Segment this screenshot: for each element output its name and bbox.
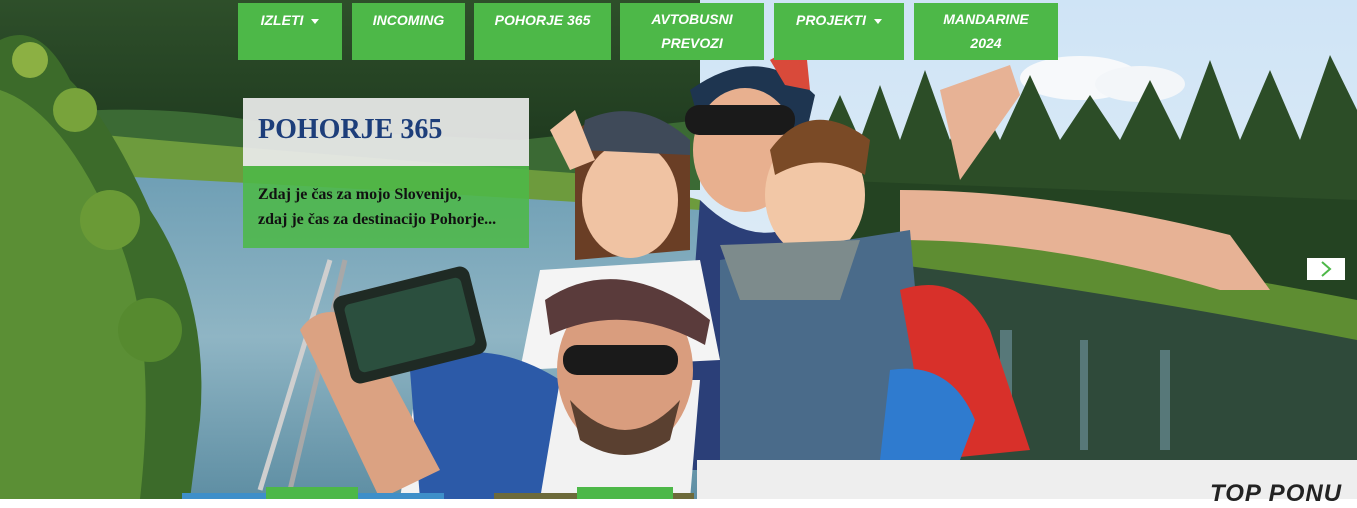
nav-item-label: POHORJE 365 xyxy=(494,12,591,28)
chevron-down-icon xyxy=(874,18,882,24)
slide-title[interactable]: POHORJE 365 xyxy=(243,98,529,166)
chevron-right-icon xyxy=(1321,261,1332,277)
slide-text-line2: zdaj je čas za destinacijo Pohorje... xyxy=(258,211,497,228)
nav-item-label-line1: AVTOBUSNI xyxy=(651,11,733,27)
nav-item-label: INCOMING xyxy=(372,12,445,28)
nav-item-label: PROJEKTI xyxy=(795,12,866,28)
slide-text-line1: Zdaj je čas za mojo Slovenijo, xyxy=(258,186,462,203)
slider-next-button[interactable] xyxy=(1307,258,1345,280)
chevron-down-icon xyxy=(311,18,320,24)
hero-slide-image xyxy=(0,0,1357,499)
thumbnail-tag xyxy=(577,487,673,499)
nav-item-izleti[interactable]: IZLETI xyxy=(238,3,342,60)
nav-item-incoming[interactable]: INCOMING xyxy=(352,3,465,60)
section-heading: TOP PONU xyxy=(1210,480,1343,507)
nav-item-avtobusni-prevozi[interactable]: AVTOBUSNI PREVOZI xyxy=(620,3,764,60)
thumbnail-tag xyxy=(266,487,358,499)
slide-text: Zdaj je čas za mojo Slovenijo, zdaj je č… xyxy=(243,166,529,248)
nav-item-label-line2: PREVOZI xyxy=(661,35,723,51)
hero-photo-illustration xyxy=(0,0,1357,499)
nav-item-pohorje-365[interactable]: POHORJE 365 xyxy=(474,3,611,60)
nav-item-mandarine-2024[interactable]: MANDARINE 2024 xyxy=(914,3,1058,60)
nav-item-projekti[interactable]: PROJEKTI xyxy=(774,3,904,60)
nav-item-label: IZLETI xyxy=(260,12,304,28)
nav-item-label-line1: MANDARINE xyxy=(943,11,1029,27)
nav-item-label-line2: 2024 xyxy=(970,35,1002,51)
